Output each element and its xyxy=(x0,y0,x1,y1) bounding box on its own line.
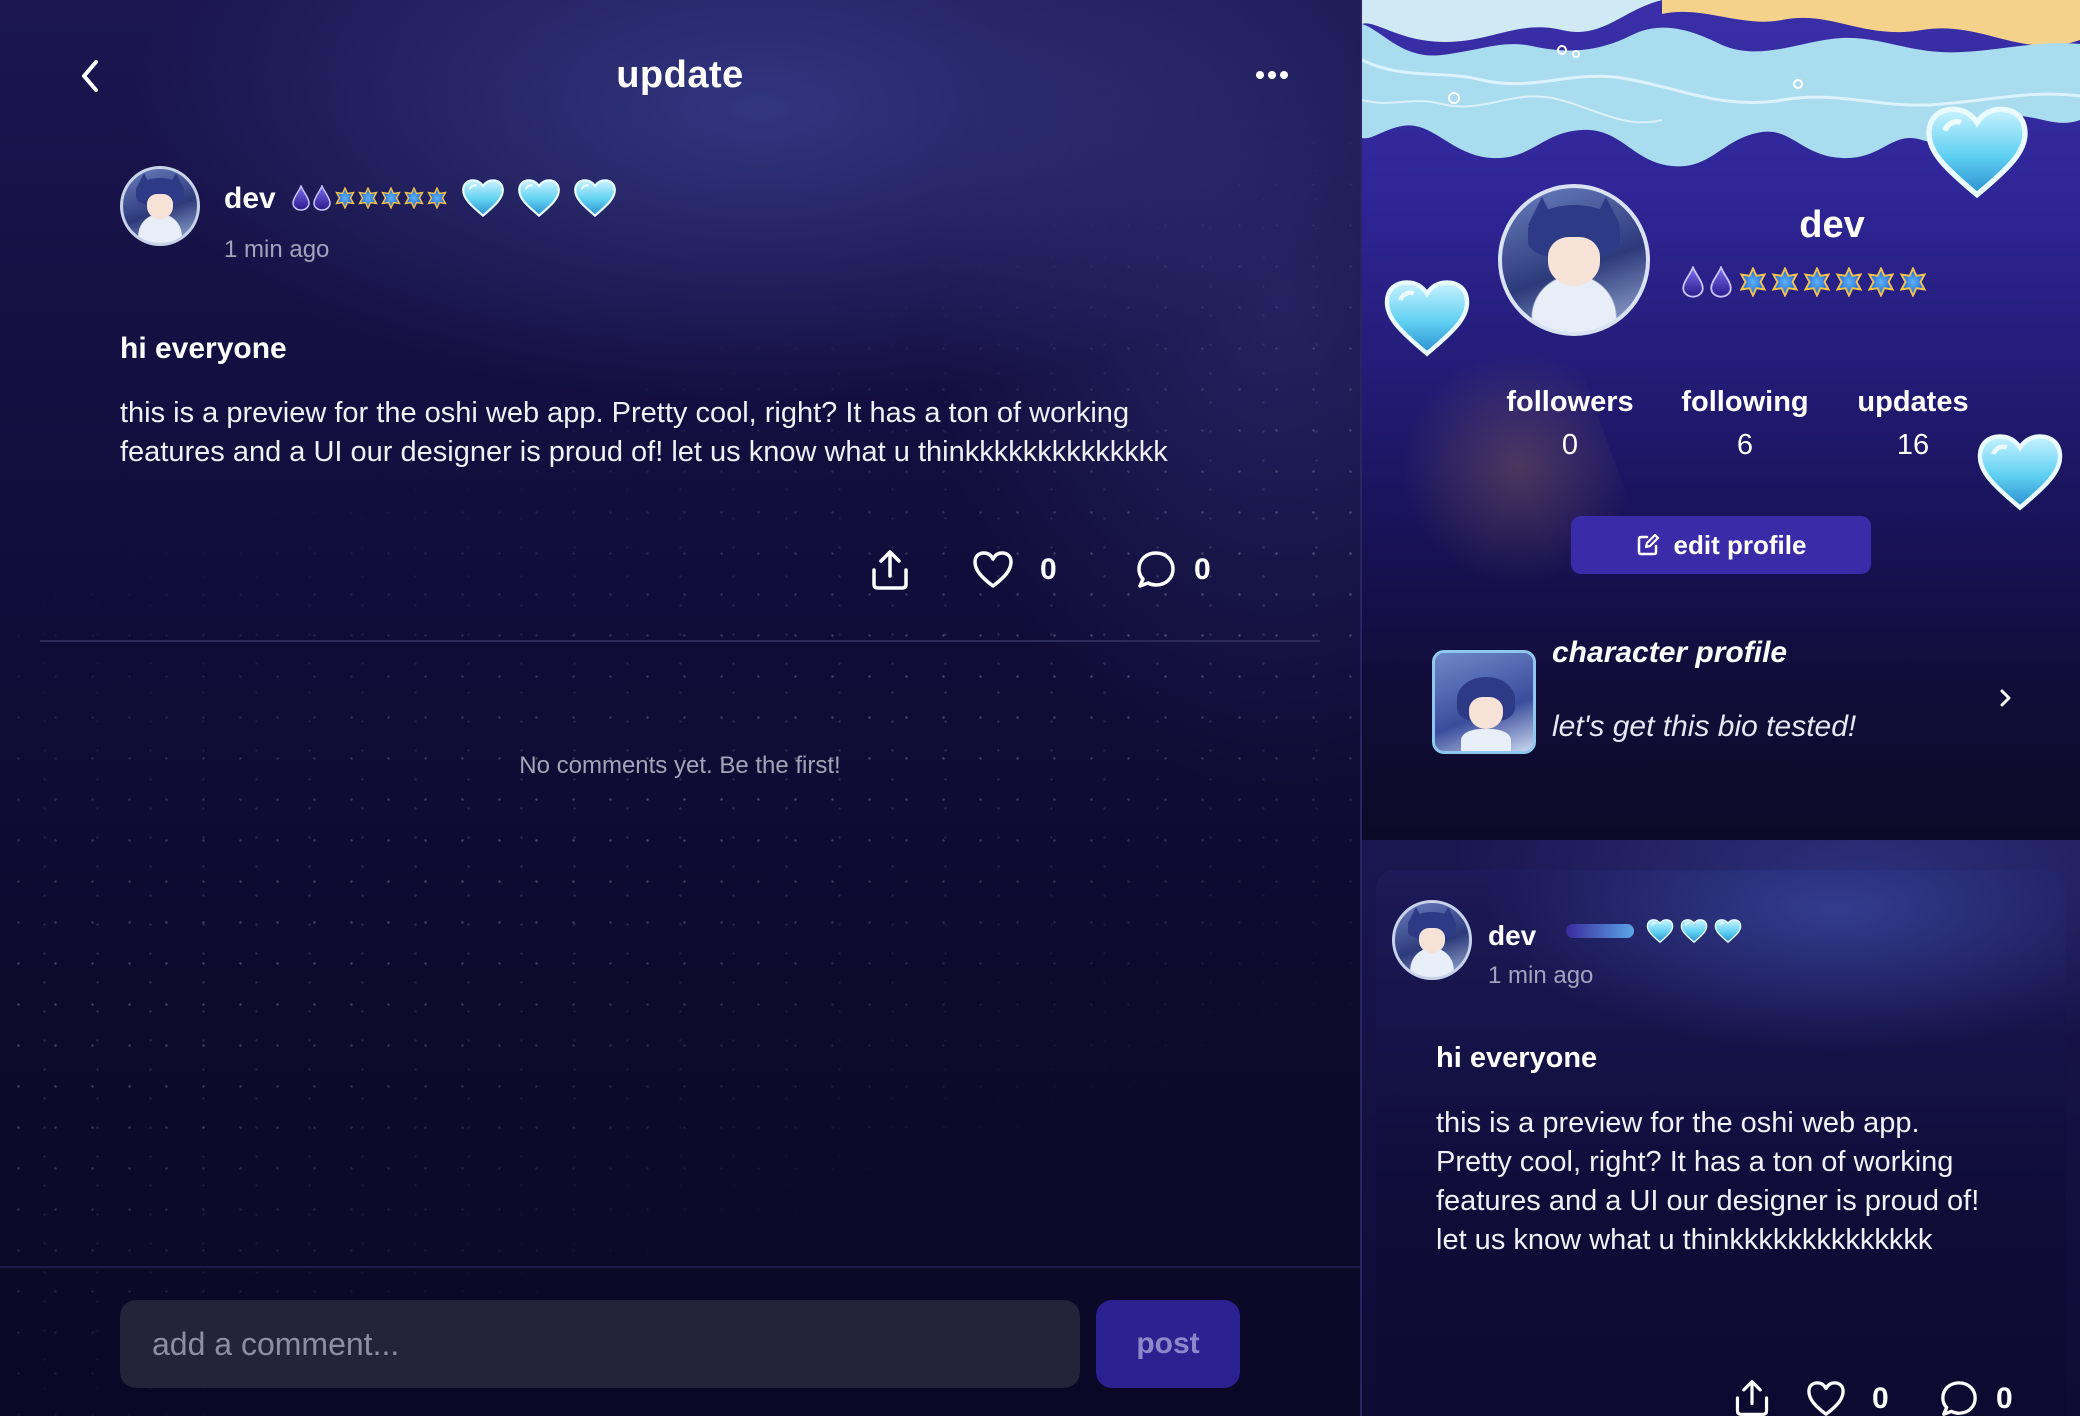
empty-comments-message: No comments yet. Be the first! xyxy=(519,752,841,779)
like-count: 0 xyxy=(1872,1382,1889,1415)
crystal-heart-icon xyxy=(517,178,561,218)
comment-count: 0 xyxy=(1996,1382,2013,1415)
edit-icon xyxy=(1637,533,1659,556)
more-options-button[interactable] xyxy=(1250,60,1294,90)
share-icon xyxy=(1735,1380,1769,1416)
character-profile-title: character profile xyxy=(1552,636,1788,669)
star-gem-badge-icon xyxy=(357,187,379,209)
star-gem-badge-icon xyxy=(380,187,402,209)
share-icon xyxy=(872,550,908,590)
avatar[interactable] xyxy=(1392,900,1472,980)
like-count: 0 xyxy=(1040,553,1057,586)
like-button[interactable]: 0 xyxy=(972,550,1057,590)
post-body: this is a preview for the oshi web app. … xyxy=(120,397,1168,468)
comment-button[interactable]: 0 xyxy=(1940,1380,2013,1416)
author-name[interactable]: dev xyxy=(1488,920,1536,952)
drop-badge-icon xyxy=(313,185,331,211)
profile-avatar[interactable] xyxy=(1498,184,1650,336)
more-icon xyxy=(1256,71,1288,79)
star-gem-badge-icon xyxy=(1738,267,1768,297)
badge-row xyxy=(1566,918,1742,944)
like-button[interactable]: 0 xyxy=(1806,1380,1889,1416)
profile-stats: followers 0 following 6 updates 16 xyxy=(1480,386,2040,466)
comment-input[interactable] xyxy=(120,1300,1080,1388)
crystal-heart-icon xyxy=(461,178,505,218)
divider xyxy=(40,640,1320,642)
stat-value: 6 xyxy=(1736,429,1754,461)
post-actions: 0 0 xyxy=(1376,1378,2066,1416)
post-timestamp: 1 min ago xyxy=(1488,962,1594,989)
profile-badge-row xyxy=(1682,266,1930,298)
drop-badge-icon xyxy=(292,185,310,211)
post-title: hi everyone xyxy=(120,332,287,365)
following-stat[interactable]: following 6 xyxy=(1670,386,1820,462)
drop-badge-icon xyxy=(1710,266,1732,298)
stat-value: 0 xyxy=(1561,429,1579,461)
author-name[interactable]: dev xyxy=(224,182,276,216)
post-author: dev 1 min ago xyxy=(120,166,820,263)
star-gem-badge-icon xyxy=(1834,267,1864,297)
star-gem-badge-icon xyxy=(426,187,448,209)
post-title: hi everyone xyxy=(1436,1042,1598,1074)
post-comment-button[interactable]: post xyxy=(1096,1300,1240,1388)
feed-post-card[interactable]: dev 1 min ago hi everyone this is a prev… xyxy=(1376,870,2066,1416)
character-thumbnail xyxy=(1432,650,1536,754)
crystal-heart-icon xyxy=(1382,278,1472,358)
update-detail-panel: update dev 1 min ago hi everyone this is… xyxy=(0,0,1360,1416)
star-gem-badge-icon xyxy=(1866,267,1896,297)
comment-button[interactable]: 0 xyxy=(1136,550,1211,590)
top-bar: update xyxy=(0,40,1360,110)
star-gem-badge-icon xyxy=(334,187,356,209)
character-profile-link[interactable]: character profile let's get this bio tes… xyxy=(1432,632,2052,762)
chevron-right-icon xyxy=(2000,689,2011,707)
edit-profile-label: edit profile xyxy=(1673,529,1807,560)
divider xyxy=(0,1266,1360,1268)
stat-label: followers xyxy=(1506,386,1634,418)
character-bio: let's get this bio tested! xyxy=(1552,710,1857,743)
profile-name: dev xyxy=(1799,204,1865,246)
stat-label: updates xyxy=(1857,386,1969,418)
drop-badge-icon xyxy=(1682,266,1704,298)
edit-profile-button[interactable]: edit profile xyxy=(1571,516,1871,574)
page-title: update xyxy=(616,54,744,96)
profile-sidebar: dev followers 0 following 6 updates 16 e… xyxy=(1362,0,2080,1416)
crystal-heart-icon xyxy=(1646,918,1674,944)
star-gem-badge-icon xyxy=(1898,267,1928,297)
crystal-heart-icon xyxy=(1922,104,2032,200)
crystal-heart-icon xyxy=(573,178,617,218)
star-gem-badge-icon xyxy=(1770,267,1800,297)
crystal-heart-icon xyxy=(1714,918,1742,944)
stat-label: following xyxy=(1681,386,1809,418)
comment-icon xyxy=(1941,1381,1977,1416)
badge-strip-icon xyxy=(1566,924,1634,938)
star-gem-badge-icon xyxy=(403,187,425,209)
profile-card: dev followers 0 following 6 updates 16 e… xyxy=(1362,0,2080,840)
share-button[interactable] xyxy=(1732,1378,1772,1416)
stat-value: 16 xyxy=(1896,429,1930,461)
followers-stat[interactable]: followers 0 xyxy=(1495,386,1645,462)
comment-count: 0 xyxy=(1194,553,1211,586)
crystal-heart-icon xyxy=(1680,918,1708,944)
heart-icon xyxy=(1807,1381,1845,1416)
badge-row xyxy=(292,178,617,218)
share-button[interactable] xyxy=(868,548,912,592)
post-timestamp: 1 min ago xyxy=(224,236,330,263)
post-actions: 0 0 xyxy=(0,548,1360,598)
updates-stat[interactable]: updates 16 xyxy=(1838,386,1988,462)
post-body: this is a preview for the oshi web app. … xyxy=(1436,1107,1980,1256)
comment-icon xyxy=(1137,551,1175,588)
star-gem-badge-icon xyxy=(1802,267,1832,297)
updates-feed: dev 1 min ago hi everyone this is a prev… xyxy=(1362,840,2080,1416)
avatar[interactable] xyxy=(120,166,200,246)
heart-icon xyxy=(973,551,1013,588)
